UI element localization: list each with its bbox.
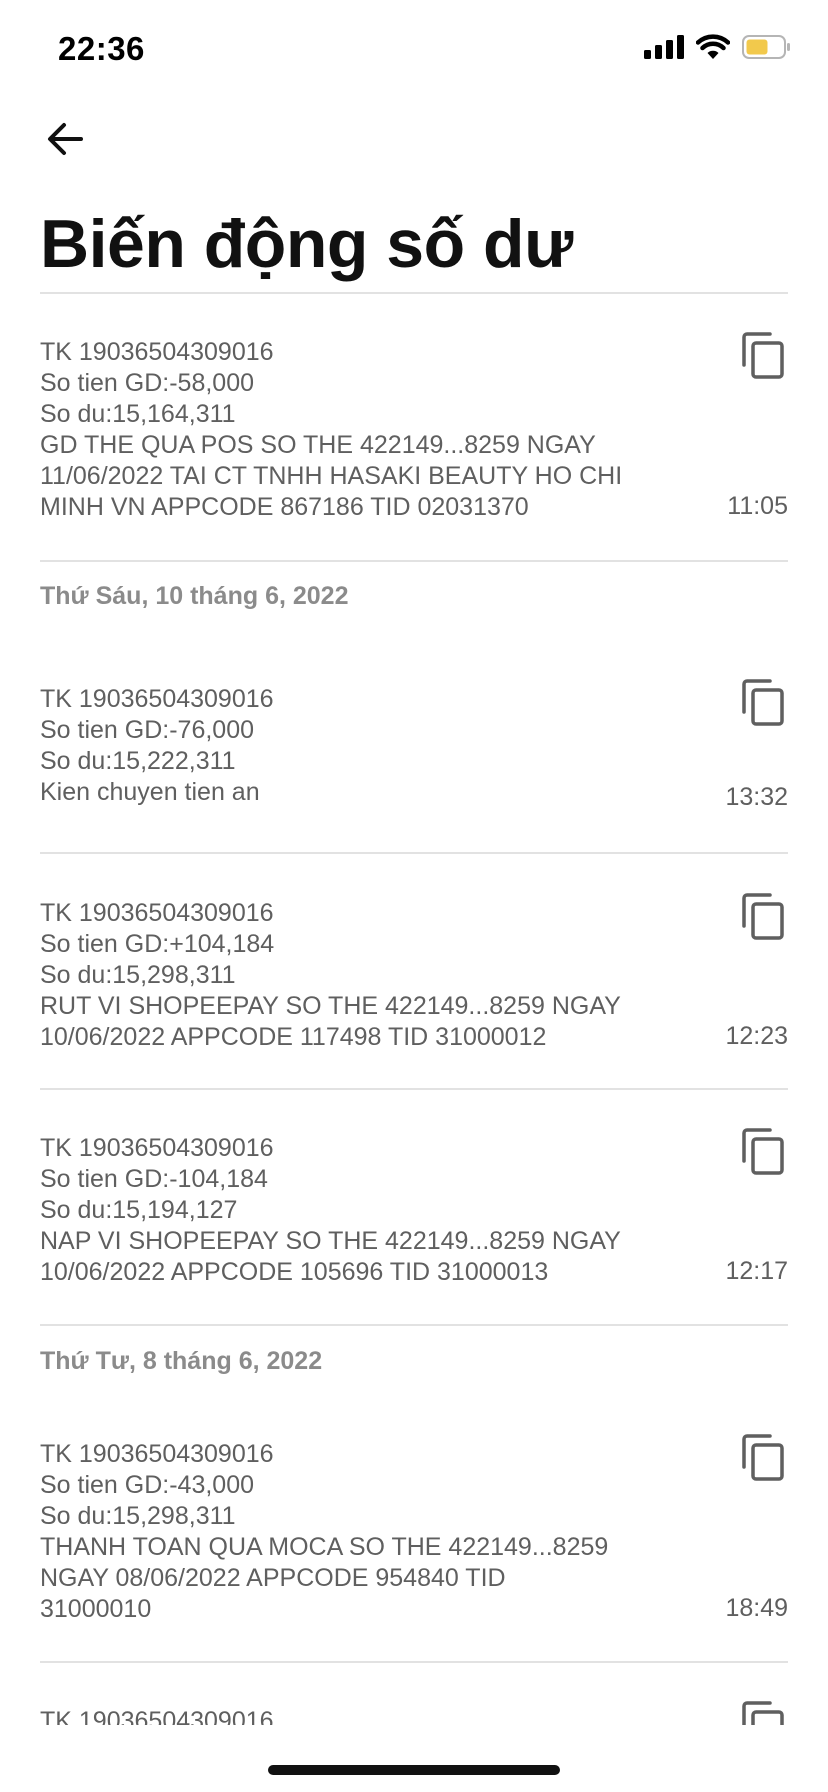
transaction-text: TK 19036504309016 bbox=[40, 1706, 690, 1725]
description-line: 11/06/2022 TAI CT TNHH HASAKI BEAUTY HO … bbox=[40, 462, 623, 490]
description-line: NAP VI SHOPEEPAY SO THE 422149...8259 NG… bbox=[40, 1227, 621, 1255]
amount-line: So tien GD:-43,000 bbox=[40, 1471, 255, 1499]
transaction-text: TK 19036504309016 So tien GD:-43,000 So … bbox=[40, 1439, 690, 1625]
description-line: RUT VI SHOPEEPAY SO THE 422149...8259 NG… bbox=[40, 992, 621, 1020]
account-line: TK 19036504309016 bbox=[40, 338, 274, 366]
transaction-list[interactable]: TK 19036504309016 So tien GD:-58,000 So … bbox=[0, 0, 828, 1725]
copy-icon bbox=[742, 1701, 784, 1725]
amount-line: So tien GD:-58,000 bbox=[40, 369, 255, 397]
transaction-time: 12:23 bbox=[725, 1022, 788, 1050]
date-header: Thứ Tư, 8 tháng 6, 2022 bbox=[40, 1347, 323, 1375]
transaction-text: TK 19036504309016 So tien GD:-76,000 So … bbox=[40, 684, 690, 808]
item-divider bbox=[40, 1324, 788, 1326]
transaction-time: 12:17 bbox=[725, 1257, 788, 1285]
transaction-text: TK 19036504309016 So tien GD:-58,000 So … bbox=[40, 337, 690, 523]
transaction-time: 13:32 bbox=[725, 783, 788, 811]
description-line: Kien chuyen tien an bbox=[40, 778, 260, 806]
transaction-text: TK 19036504309016 So tien GD:+104,184 So… bbox=[40, 898, 690, 1053]
description-line: 31000010 bbox=[40, 1595, 152, 1623]
copy-button[interactable] bbox=[740, 678, 786, 726]
date-header: Thứ Sáu, 10 tháng 6, 2022 bbox=[40, 582, 349, 610]
item-divider bbox=[40, 560, 788, 562]
description-line: GD THE QUA POS SO THE 422149...8259 NGAY bbox=[40, 431, 596, 459]
amount-line: So tien GD:-104,184 bbox=[40, 1165, 268, 1193]
description-line: THANH TOAN QUA MOCA SO THE 422149...8259 bbox=[40, 1533, 609, 1561]
account-line: TK 19036504309016 bbox=[40, 1440, 274, 1468]
balance-line: So du:15,222,311 bbox=[40, 747, 236, 775]
copy-button[interactable] bbox=[740, 892, 786, 940]
description-line: NGAY 08/06/2022 APPCODE 954840 TID bbox=[40, 1564, 506, 1592]
balance-line: So du:15,298,311 bbox=[40, 961, 236, 989]
transaction-item: TK 19036504309016 So tien GD:+104,184 So… bbox=[40, 893, 788, 1058]
transaction-time: 11:05 bbox=[727, 492, 788, 520]
amount-line: So tien GD:+104,184 bbox=[40, 930, 275, 958]
transaction-item: TK 19036504309016 So tien GD:-43,000 So … bbox=[40, 1434, 788, 1625]
copy-icon bbox=[742, 679, 784, 726]
description-line: 10/06/2022 APPCODE 117498 TID 31000012 bbox=[40, 1023, 547, 1051]
balance-line: So du:15,298,311 bbox=[40, 1502, 236, 1530]
account-line: TK 19036504309016 bbox=[40, 685, 274, 713]
description-line: MINH VN APPCODE 867186 TID 02031370 bbox=[40, 493, 529, 521]
copy-icon bbox=[742, 1434, 784, 1481]
copy-icon bbox=[742, 893, 784, 940]
transaction-item: TK 19036504309016 So tien GD:-76,000 So … bbox=[40, 679, 788, 814]
copy-icon bbox=[742, 332, 784, 379]
account-line: TK 19036504309016 bbox=[40, 1707, 274, 1725]
copy-button[interactable] bbox=[740, 1127, 786, 1175]
copy-button[interactable] bbox=[740, 1700, 786, 1725]
home-indicator[interactable] bbox=[268, 1765, 560, 1775]
copy-button[interactable] bbox=[740, 1433, 786, 1481]
account-line: TK 19036504309016 bbox=[40, 899, 274, 927]
transaction-item: TK 19036504309016 So tien GD:-104,184 So… bbox=[40, 1128, 788, 1293]
transaction-item: TK 19036504309016 bbox=[40, 1701, 788, 1725]
transaction-time: 18:49 bbox=[725, 1594, 788, 1622]
account-line: TK 19036504309016 bbox=[40, 1134, 274, 1162]
copy-button[interactable] bbox=[740, 331, 786, 379]
item-divider bbox=[40, 1661, 788, 1663]
balance-line: So du:15,164,311 bbox=[40, 400, 236, 428]
copy-icon bbox=[742, 1128, 784, 1175]
description-line: 10/06/2022 APPCODE 105696 TID 31000013 bbox=[40, 1258, 549, 1286]
transaction-text: TK 19036504309016 So tien GD:-104,184 So… bbox=[40, 1133, 690, 1288]
item-divider bbox=[40, 1088, 788, 1090]
item-divider bbox=[40, 852, 788, 854]
amount-line: So tien GD:-76,000 bbox=[40, 716, 255, 744]
balance-line: So du:15,194,127 bbox=[40, 1196, 238, 1224]
transaction-item: TK 19036504309016 So tien GD:-58,000 So … bbox=[40, 332, 788, 523]
